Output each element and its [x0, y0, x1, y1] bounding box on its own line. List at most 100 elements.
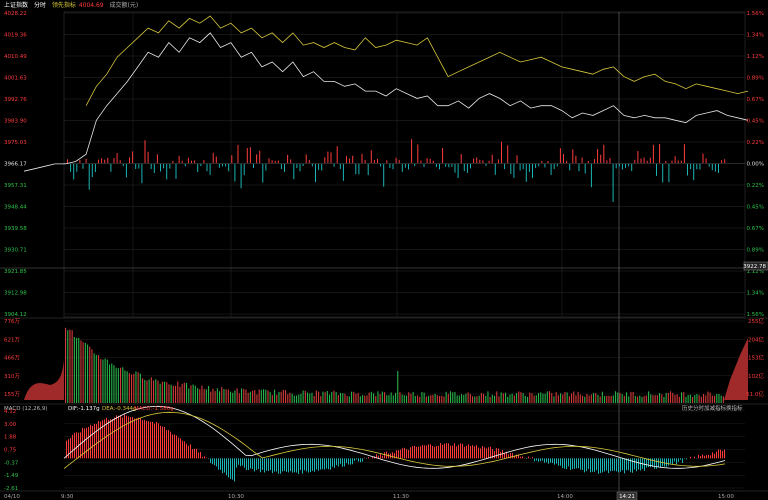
macd-histogram-up [416, 446, 417, 459]
volume-bar [595, 393, 597, 403]
change-bars [67, 139, 726, 202]
change-bar-up [501, 141, 502, 163]
volume-bar [102, 359, 104, 403]
change-bar-down [618, 164, 620, 167]
macd-histogram-up [458, 444, 459, 459]
macd-histogram-down [552, 458, 553, 464]
change-bar-up [603, 144, 605, 163]
volume-bar [379, 393, 381, 403]
volume-bar [252, 390, 254, 403]
change-bar-up [85, 158, 87, 163]
macd-histogram-down [572, 458, 573, 470]
change-bar-up [336, 146, 338, 163]
macd-histogram-down [534, 458, 535, 462]
price-axis-left-label: 3939.58 [4, 226, 27, 232]
chart-workspace[interactable]: 上证指数 分时 领先指标 4004.69 成交额(元) 4028.22 1.56%… [0, 0, 768, 500]
change-bar-down [556, 164, 558, 167]
macd-histogram-up [448, 443, 449, 459]
macd-histogram-up [160, 425, 161, 459]
macd-histogram-up [136, 418, 137, 459]
macd-histogram-up [528, 456, 529, 459]
change-bar-up [563, 154, 564, 163]
macd-histogram-up [392, 452, 393, 459]
macd-histogram-up [710, 455, 711, 459]
macd-button[interactable]: 历史分时 [682, 404, 705, 412]
volume-bar [234, 390, 236, 403]
volume-bar [571, 393, 573, 403]
change-bar-down [584, 164, 586, 174]
change-bar-up [274, 160, 276, 163]
volume-bar [718, 393, 720, 403]
volume-bar [483, 393, 485, 403]
volume-bar [139, 373, 141, 403]
volume-bar [153, 380, 155, 403]
volume-bar [703, 393, 705, 403]
change-bar-up [144, 140, 146, 163]
change-bar-up [683, 144, 685, 163]
volume-bar [502, 393, 504, 403]
volume-bar [331, 391, 333, 403]
macd-histogram-down [564, 458, 565, 469]
volume-bar [553, 396, 555, 403]
macd-histogram-down [232, 458, 233, 480]
macd-histogram-down [274, 458, 275, 472]
macd-histogram-down [676, 458, 677, 465]
change-bar-up [680, 160, 682, 163]
volume-bar [546, 391, 548, 403]
volume-bar [65, 327, 67, 403]
intraday-chart[interactable]: 4028.22 1.56% 4019.36 1.34% 4010.49 1.12% 4001… [0, 0, 768, 500]
change-bar-up [268, 158, 270, 163]
macd-histogram-down [612, 458, 613, 471]
macd-histogram-up [176, 435, 177, 459]
macd-histogram-up [504, 452, 505, 459]
macd-histogram-down [334, 458, 335, 468]
change-bar-down [367, 164, 369, 176]
change-bar-up [101, 158, 103, 163]
change-bar-down [82, 164, 84, 169]
macd-histogram-up [116, 415, 117, 459]
volume-bar [566, 392, 568, 403]
change-bar-up [194, 160, 196, 163]
price-axis-right-label: 1.56% [747, 312, 764, 318]
volume-bar [104, 358, 106, 403]
macd-histogram-down [284, 458, 285, 471]
macd-histogram-up [126, 415, 127, 459]
price-axis-left-label: 3912.98 [4, 291, 27, 297]
macd-button[interactable]: 换指标 [726, 404, 743, 412]
macd-histogram-down [654, 458, 655, 469]
volume-bar [533, 395, 535, 403]
volume-bar [84, 342, 86, 403]
macd-histogram-up [180, 438, 181, 459]
macd-histogram-down [582, 458, 583, 470]
macd-histogram-up [430, 444, 431, 459]
volume-bar [285, 390, 287, 403]
macd-histogram-down [302, 458, 303, 474]
macd-histogram-up [158, 423, 159, 459]
macd-histogram-up [482, 446, 483, 459]
volume-bar [626, 392, 628, 403]
macd-histogram-down [658, 458, 659, 468]
volume-bar [573, 391, 575, 403]
price-axis-right-label: 0.22% [747, 183, 764, 189]
macd-histogram-up [500, 451, 501, 459]
macd-histogram-up [706, 455, 707, 459]
volume-bar [403, 395, 405, 403]
volume-bar [663, 396, 665, 403]
change-bar-down [625, 164, 626, 168]
macd-histogram-up [144, 419, 145, 459]
macd-histogram-up [532, 457, 533, 459]
volume-bar [584, 396, 586, 403]
macd-button[interactable]: 加减指标 [704, 404, 727, 412]
macd-histogram-up [474, 446, 475, 459]
macd-histogram-down [328, 458, 329, 470]
macd-histogram-down [244, 458, 245, 468]
macd-histogram-up [164, 426, 165, 459]
change-bar-up [132, 151, 134, 163]
volume-bar [375, 396, 377, 403]
macd-histogram-up [108, 419, 109, 459]
change-bar-down [160, 164, 161, 172]
volume-bar [221, 386, 223, 403]
macd-histogram-down [226, 458, 227, 476]
volume-bar [194, 385, 196, 403]
volume-bar [177, 381, 179, 403]
